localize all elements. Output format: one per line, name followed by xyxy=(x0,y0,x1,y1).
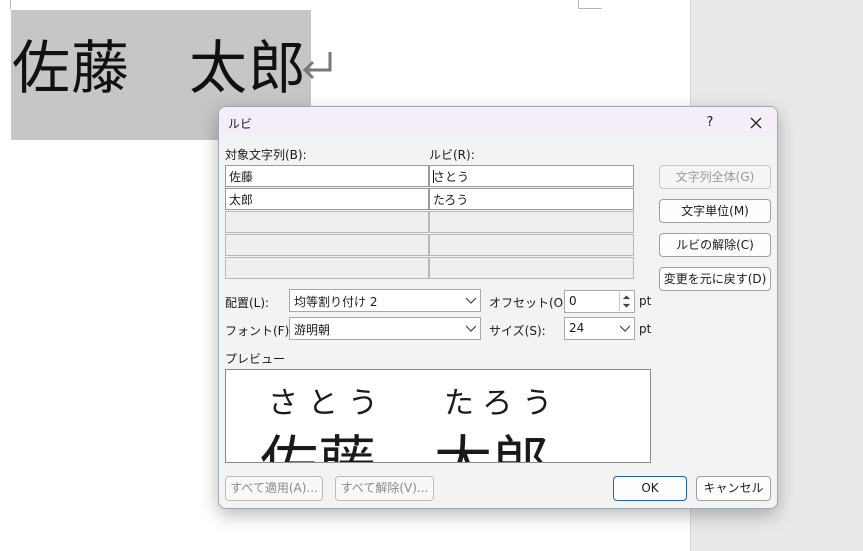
ok-button[interactable]: OK xyxy=(613,476,687,501)
close-icon[interactable] xyxy=(743,111,769,135)
ruby-cell-3 xyxy=(429,211,634,233)
alignment-select[interactable]: 均等割り付け 2 xyxy=(289,289,481,312)
font-label: フォント(F): xyxy=(225,324,294,338)
target-string-label: 対象文字列(B): xyxy=(225,148,307,162)
margin-mark-corner xyxy=(578,0,602,9)
size-label: サイズ(S): xyxy=(489,324,546,338)
document-text[interactable]: 佐藤 太郎 xyxy=(12,28,307,108)
alignment-value: 均等割り付け 2 xyxy=(294,295,378,309)
size-value: 24 xyxy=(569,321,585,335)
base-cell-4 xyxy=(225,234,429,256)
offset-unit: pt xyxy=(639,294,652,308)
chevron-down-icon xyxy=(465,325,477,332)
cancel-button[interactable]: キャンセル xyxy=(696,476,771,501)
ruby-cell-4 xyxy=(429,234,634,256)
apply-all-button[interactable]: すべて適用(A)... xyxy=(225,476,323,501)
spin-updown-icon[interactable] xyxy=(619,292,633,311)
ruby-cell-2[interactable]: たろう xyxy=(429,188,634,210)
alignment-label: 配置(L): xyxy=(225,296,270,310)
offset-value: 0 xyxy=(569,294,577,308)
ruby-cell-1-text: さとう xyxy=(433,170,470,184)
offset-label: オフセット(O): xyxy=(489,296,572,310)
ruby-cell-5 xyxy=(429,257,634,279)
ruby-label: ルビ(R): xyxy=(429,148,475,162)
ruby-preview: さとう たろう 佐藤 太郎 xyxy=(225,369,651,463)
offset-spinbox[interactable]: 0 xyxy=(564,290,635,313)
whole-string-button[interactable]: 文字列全体(G) xyxy=(659,165,771,189)
help-button[interactable]: ? xyxy=(697,111,723,135)
base-cell-5 xyxy=(225,257,429,279)
ruby-grid: 佐藤 さとう 太郎 たろう xyxy=(225,165,634,279)
font-value: 游明朝 xyxy=(294,323,331,337)
size-select[interactable]: 24 xyxy=(564,317,635,340)
chevron-down-icon xyxy=(619,325,631,332)
dialog-title: ルビ xyxy=(228,117,253,131)
font-select[interactable]: 游明朝 xyxy=(289,317,481,340)
size-unit: pt xyxy=(639,322,652,336)
base-cell-3 xyxy=(225,211,429,233)
dialog-titlebar[interactable]: ルビ ? xyxy=(219,107,777,138)
per-character-button[interactable]: 文字単位(M) xyxy=(659,199,771,223)
remove-ruby-button[interactable]: ルビの解除(C) xyxy=(659,233,771,257)
preview-base-text: 佐藤 太郎 xyxy=(260,429,551,463)
restore-button[interactable]: 変更を元に戻す(D) xyxy=(659,267,771,291)
ruby-dialog: ルビ ? 対象文字列(B): ルビ(R): 佐藤 さとう 太郎 たろう 文字列全… xyxy=(218,106,778,509)
margin-mark-left xyxy=(10,0,11,9)
base-cell-2[interactable]: 太郎 xyxy=(225,188,429,210)
preview-label: プレビュー xyxy=(225,352,286,366)
base-cell-1[interactable]: 佐藤 xyxy=(225,165,429,187)
ruby-cell-1[interactable]: さとう xyxy=(429,165,634,187)
paragraph-mark-icon xyxy=(302,52,332,80)
remove-all-button[interactable]: すべて解除(V)... xyxy=(335,476,434,501)
chevron-down-icon xyxy=(465,297,477,304)
